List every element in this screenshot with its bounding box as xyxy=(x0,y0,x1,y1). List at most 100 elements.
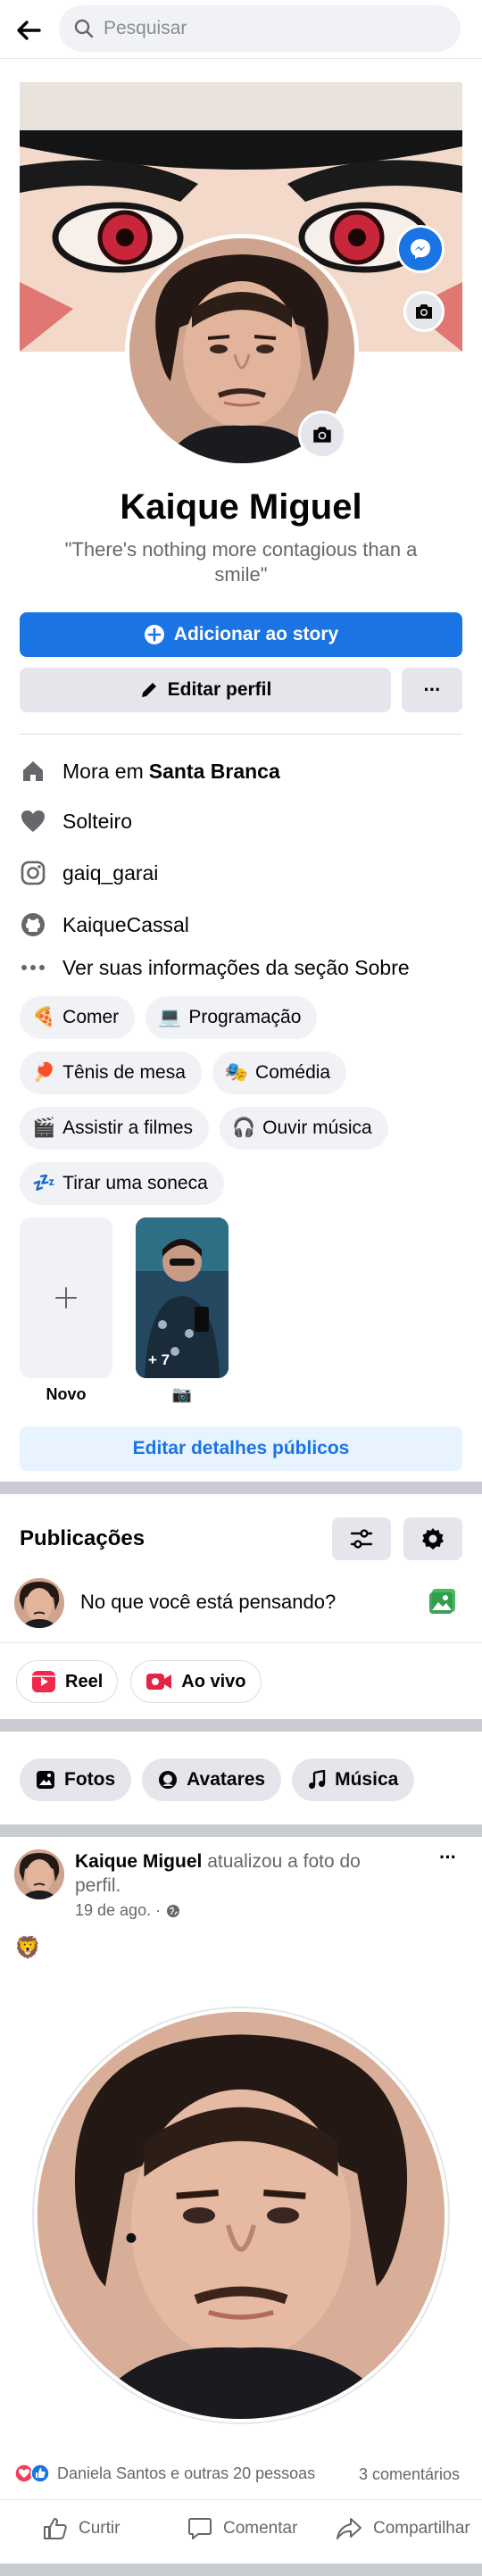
comment-label: Comentar xyxy=(223,2519,298,2538)
back-arrow-icon[interactable] xyxy=(12,14,45,46)
plus-icon xyxy=(55,1287,77,1309)
new-featured-label: Novo xyxy=(46,1385,87,1403)
live-button[interactable]: Ao vivo xyxy=(130,1660,262,1703)
lives-in-place[interactable]: Santa Branca xyxy=(149,760,280,784)
detail-instagram[interactable]: gaiq_garai xyxy=(20,855,466,891)
live-label: Ao vivo xyxy=(181,1671,246,1691)
pizza-icon: 🍕 xyxy=(32,1007,56,1027)
instagram-icon xyxy=(20,860,46,886)
add-to-story-button[interactable]: Adicionar ao story xyxy=(20,612,462,657)
edit-public-details-button[interactable]: Editar detalhes públicos xyxy=(20,1426,462,1471)
github-handle: KaiqueCassal xyxy=(62,912,189,936)
home-icon xyxy=(20,758,46,785)
hobby-label: Tirar uma soneca xyxy=(62,1173,208,1193)
section-separator xyxy=(0,2564,482,2576)
edit-profile-button[interactable]: Editar perfil xyxy=(20,668,391,712)
relationship-status: Solteiro xyxy=(62,809,132,833)
add-to-story-label: Adicionar ao story xyxy=(173,624,339,644)
section-separator xyxy=(0,1719,482,1732)
hobby-chip[interactable]: 💻 Programação xyxy=(145,996,318,1039)
post-profile-photo[interactable] xyxy=(34,2008,448,2422)
post-author-avatar[interactable] xyxy=(14,1849,64,1899)
comments-count[interactable]: 3 comentários xyxy=(359,2465,460,2484)
music-note-icon xyxy=(309,1770,326,1789)
search-input[interactable] xyxy=(104,16,443,41)
section-separator xyxy=(0,1824,482,1837)
about-link-text: Ver suas informações da seção Sobre xyxy=(62,955,410,979)
hobby-chip[interactable]: 🍕 Comer xyxy=(20,996,136,1039)
theater-masks-icon: 🎭 xyxy=(224,1062,249,1083)
filter-posts-button[interactable] xyxy=(332,1517,391,1560)
reel-icon xyxy=(32,1671,55,1692)
post-date[interactable]: 19 de ago. · xyxy=(75,1901,161,1920)
detail-about-link[interactable]: Ver suas informações da seção Sobre xyxy=(20,950,466,985)
laptop-icon: 💻 xyxy=(158,1007,182,1027)
comment-button[interactable]: Comentar xyxy=(187,2517,297,2540)
pencil-icon xyxy=(141,683,156,697)
tab-music-label: Música xyxy=(335,1769,399,1790)
reaction-icons xyxy=(14,2464,50,2483)
headphones-icon: 🎧 xyxy=(232,1118,256,1138)
hobby-chip[interactable]: 🏓 Tênis de mesa xyxy=(20,1051,202,1094)
reel-button[interactable]: Reel xyxy=(16,1660,119,1703)
hobbies-list: 🍕 Comer 💻 Programação 🏓 Tênis de mesa 🎭 Comé… xyxy=(20,996,466,1205)
ping-pong-icon: 🏓 xyxy=(32,1062,56,1083)
edit-profile-label: Editar perfil xyxy=(167,679,272,700)
featured-collection-label: 📷 xyxy=(171,1385,193,1403)
search-bar[interactable] xyxy=(59,5,461,52)
lives-in-prefix: Mora em xyxy=(62,759,144,783)
like-button[interactable]: Curtir xyxy=(43,2517,120,2540)
post-tabs: Fotos Avatares Música xyxy=(20,1758,415,1801)
thumbs-up-icon xyxy=(44,2518,67,2539)
cover-camera-button[interactable] xyxy=(403,291,445,332)
new-featured-button[interactable] xyxy=(20,1217,112,1378)
avatar-icon xyxy=(159,1771,178,1789)
clapperboard-icon: 🎬 xyxy=(32,1118,56,1138)
github-icon xyxy=(20,911,46,938)
more-options-button[interactable]: ··· xyxy=(402,668,462,712)
featured-collection-thumbnail[interactable]: + 7 xyxy=(136,1217,229,1378)
divider xyxy=(20,734,462,735)
live-video-icon xyxy=(146,1674,172,1690)
messenger-button[interactable] xyxy=(396,225,445,273)
tab-avatars[interactable]: Avatares xyxy=(142,1758,282,1801)
camera-icon xyxy=(416,304,432,319)
composer-avatar[interactable] xyxy=(14,1578,64,1628)
reactions-summary[interactable]: Daniela Santos e outras 20 pessoas xyxy=(14,2464,315,2483)
tab-avatars-label: Avatares xyxy=(187,1769,266,1790)
like-label: Curtir xyxy=(79,2519,120,2538)
post-caption-emoji: 🦁 xyxy=(14,1936,41,1960)
hobby-chip[interactable]: 🎧 Ouvir música xyxy=(220,1107,388,1150)
profile-name: Kaique Miguel xyxy=(120,487,362,527)
detail-github[interactable]: KaiqueCassal xyxy=(20,907,466,943)
tab-music[interactable]: Música xyxy=(292,1758,415,1801)
tab-photos[interactable]: Fotos xyxy=(20,1758,132,1801)
hobby-label: Ouvir música xyxy=(262,1118,372,1138)
post-settings-button[interactable] xyxy=(403,1517,462,1560)
more-dots-icon: ··· xyxy=(423,678,442,701)
comment-icon xyxy=(188,2518,212,2539)
post-header: Kaique Miguel atualizou a foto do perfil… xyxy=(75,1849,396,1898)
composer-prompt[interactable]: No que você está pensando? xyxy=(80,1591,336,1614)
avatar-camera-button[interactable] xyxy=(298,411,346,459)
photo-icon[interactable] xyxy=(428,1587,457,1620)
like-reaction-icon xyxy=(30,2464,50,2483)
section-separator xyxy=(0,1482,482,1494)
hobby-chip[interactable]: 💤 Tirar uma soneca xyxy=(20,1162,224,1205)
create-options: Reel Ao vivo xyxy=(16,1660,262,1703)
detail-relationship: Solteiro xyxy=(20,803,466,839)
hobby-chip[interactable]: 🎭 Comédia xyxy=(212,1051,347,1094)
posts-title: Publicações xyxy=(20,1526,145,1550)
post-author-name[interactable]: Kaique Miguel xyxy=(75,1851,202,1872)
share-button[interactable]: Compartilhar xyxy=(336,2517,470,2540)
hobby-chip[interactable]: 🎬 Assistir a filmes xyxy=(20,1107,210,1150)
camera-icon xyxy=(313,427,331,443)
hobby-label: Comer xyxy=(62,1007,120,1027)
messenger-icon xyxy=(411,239,430,259)
post-options-icon[interactable]: ··· xyxy=(439,1846,457,1869)
reel-label: Reel xyxy=(65,1671,104,1691)
hobby-label: Comédia xyxy=(255,1062,331,1083)
divider xyxy=(0,1642,482,1643)
tab-photos-label: Fotos xyxy=(64,1769,116,1790)
sliders-icon xyxy=(350,1529,373,1549)
